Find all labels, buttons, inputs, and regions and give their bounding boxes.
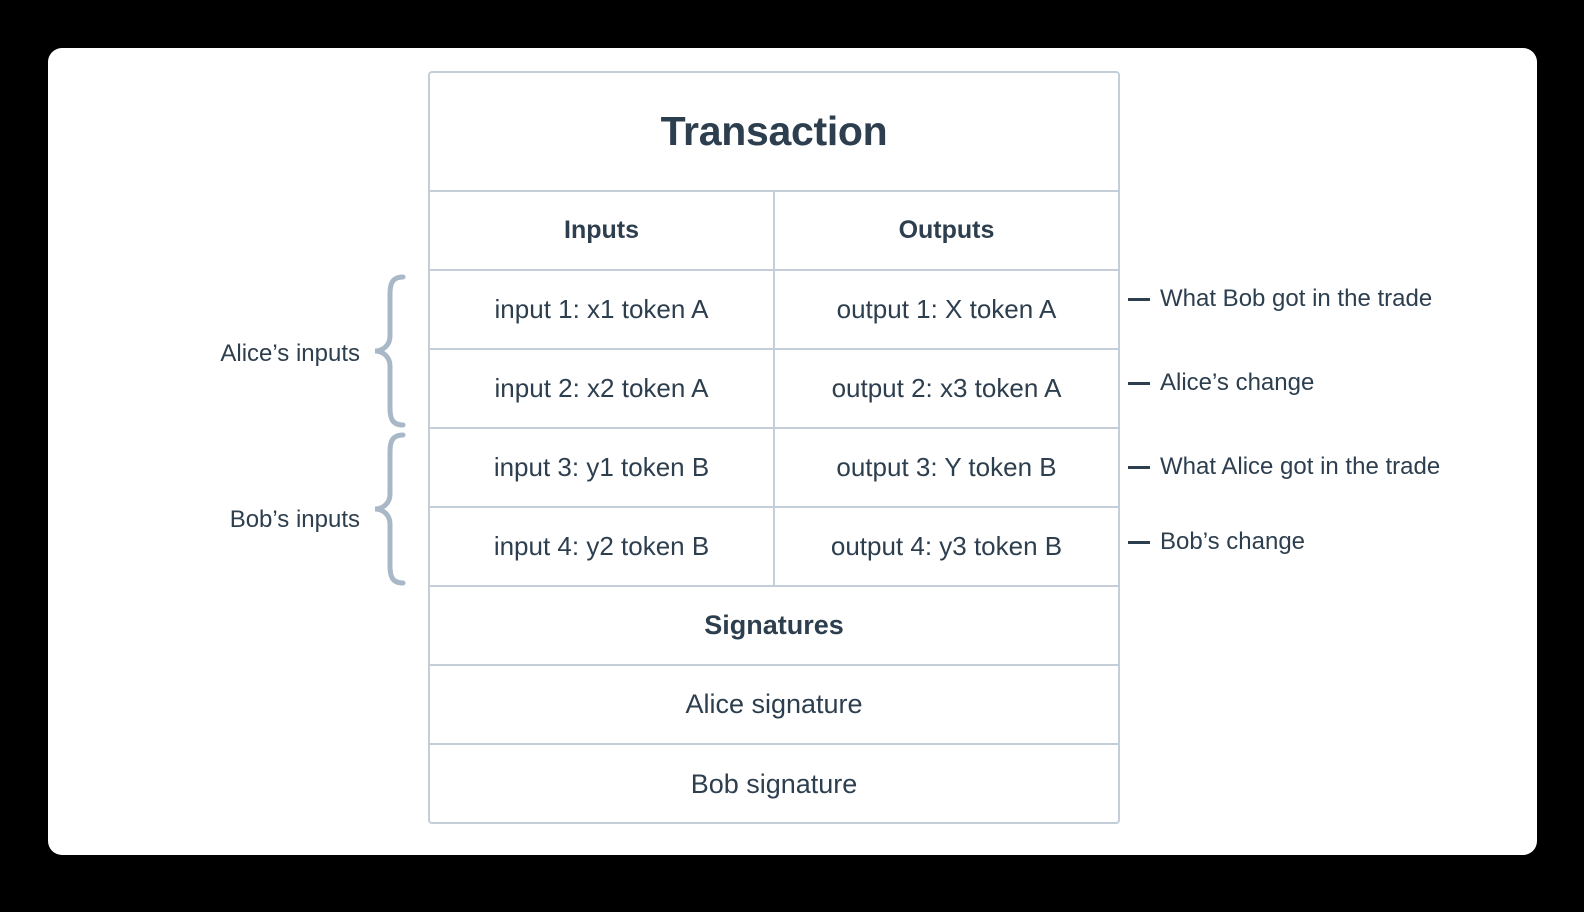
annotation-dash-icon [1128, 465, 1150, 469]
input-cell: input 4: y2 token B [430, 508, 775, 585]
annotation-text: Alice’s change [1160, 369, 1315, 396]
annotation-output-2: Alice’s change [1128, 369, 1314, 397]
diagram-canvas: Transaction Inputs Outputs input 1: x1 t… [0, 0, 1584, 912]
annotation-output-1: What Bob got in the trade [1128, 285, 1432, 313]
input-cell: input 1: x1 token A [430, 271, 775, 348]
column-header-outputs: Outputs [898, 216, 995, 244]
annotation-output-3: What Alice got in the trade [1128, 453, 1440, 481]
brace-label-bob-inputs: Bob’s inputs [229, 506, 360, 533]
annotation-text: What Bob got in the trade [1160, 285, 1433, 312]
transaction-table: Transaction Inputs Outputs input 1: x1 t… [428, 71, 1120, 824]
signatures-header: Signatures [430, 587, 1118, 666]
table-row: input 2: x2 token A output 2: x3 token A [430, 350, 1118, 429]
input-cell: input 2: x2 token A [430, 350, 775, 427]
signature-row: Bob signature [690, 769, 858, 799]
column-header-inputs: Inputs [430, 192, 775, 269]
output-cell: output 1: X token A [836, 294, 1057, 324]
brace-label-alice-inputs: Alice’s inputs [220, 340, 360, 367]
annotation-output-4: Bob’s change [1128, 528, 1305, 556]
input-cell: input 3: y1 token B [430, 429, 775, 506]
transaction-title: Transaction [430, 73, 1118, 192]
table-row: input 4: y2 token B output 4: y3 token B [430, 508, 1118, 587]
annotation-dash-icon [1128, 540, 1150, 544]
output-cell: output 4: y3 token B [830, 531, 1063, 561]
annotation-dash-icon [1128, 297, 1150, 301]
output-cell: output 3: Y token B [836, 452, 1057, 482]
column-headers-row: Inputs Outputs [430, 192, 1118, 271]
signature-row: Alice signature [430, 666, 1118, 745]
table-row: input 3: y1 token B output 3: Y token B [430, 429, 1118, 508]
brace-alice-inputs [372, 274, 406, 428]
annotation-dash-icon [1128, 381, 1150, 385]
brace-bob-inputs [372, 432, 406, 586]
output-cell: output 2: x3 token A [831, 373, 1062, 403]
annotation-text: What Alice got in the trade [1160, 453, 1441, 480]
table-row: input 1: x1 token A output 1: X token A [430, 271, 1118, 350]
annotation-text: Bob’s change [1160, 528, 1306, 555]
